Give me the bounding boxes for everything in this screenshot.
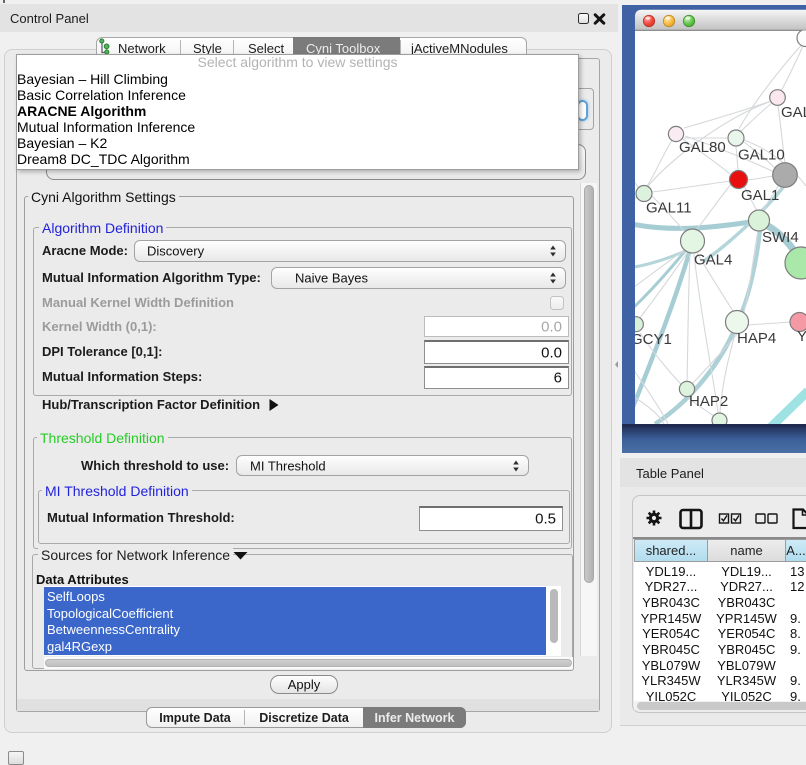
svg-text:GAL11: GAL11 <box>646 200 692 217</box>
svg-text:GAL10: GAL10 <box>738 147 785 164</box>
svg-text:GAL80: GAL80 <box>679 139 726 156</box>
svg-text:SWI4: SWI4 <box>762 229 799 246</box>
svg-text:HAP2: HAP2 <box>689 393 728 410</box>
svg-text:GAL4: GAL4 <box>694 252 732 269</box>
svg-text:HAP4: HAP4 <box>737 330 776 347</box>
svg-text:GCY1: GCY1 <box>631 331 672 348</box>
svg-text:GAL7: GAL7 <box>781 104 806 121</box>
svg-text:GAL1: GAL1 <box>741 187 779 204</box>
svg-text:Y: Y <box>797 328 806 345</box>
